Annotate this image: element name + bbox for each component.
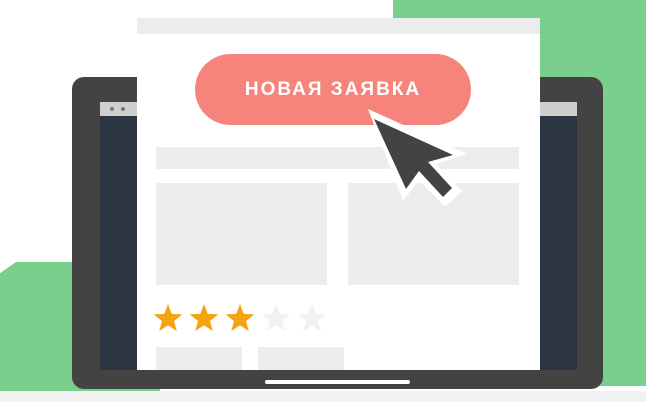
floor-strip bbox=[0, 391, 646, 402]
star-icon bbox=[297, 304, 327, 332]
star-icon bbox=[261, 304, 291, 332]
content-placeholder-block bbox=[156, 347, 242, 370]
star-icon bbox=[225, 304, 255, 332]
content-placeholder-block bbox=[258, 347, 344, 370]
star-icon bbox=[153, 304, 183, 332]
star-rating bbox=[152, 302, 328, 334]
window-dot-icon bbox=[110, 107, 114, 111]
browser-bar-left bbox=[100, 102, 137, 116]
browser-bar-right bbox=[540, 102, 577, 116]
page-top-bar bbox=[137, 18, 540, 34]
window-dot-icon bbox=[121, 107, 125, 111]
star-icon bbox=[189, 304, 219, 332]
laptop-base-line bbox=[265, 380, 410, 384]
content-placeholder-card bbox=[156, 183, 327, 285]
arrow-cursor-icon bbox=[368, 109, 467, 207]
